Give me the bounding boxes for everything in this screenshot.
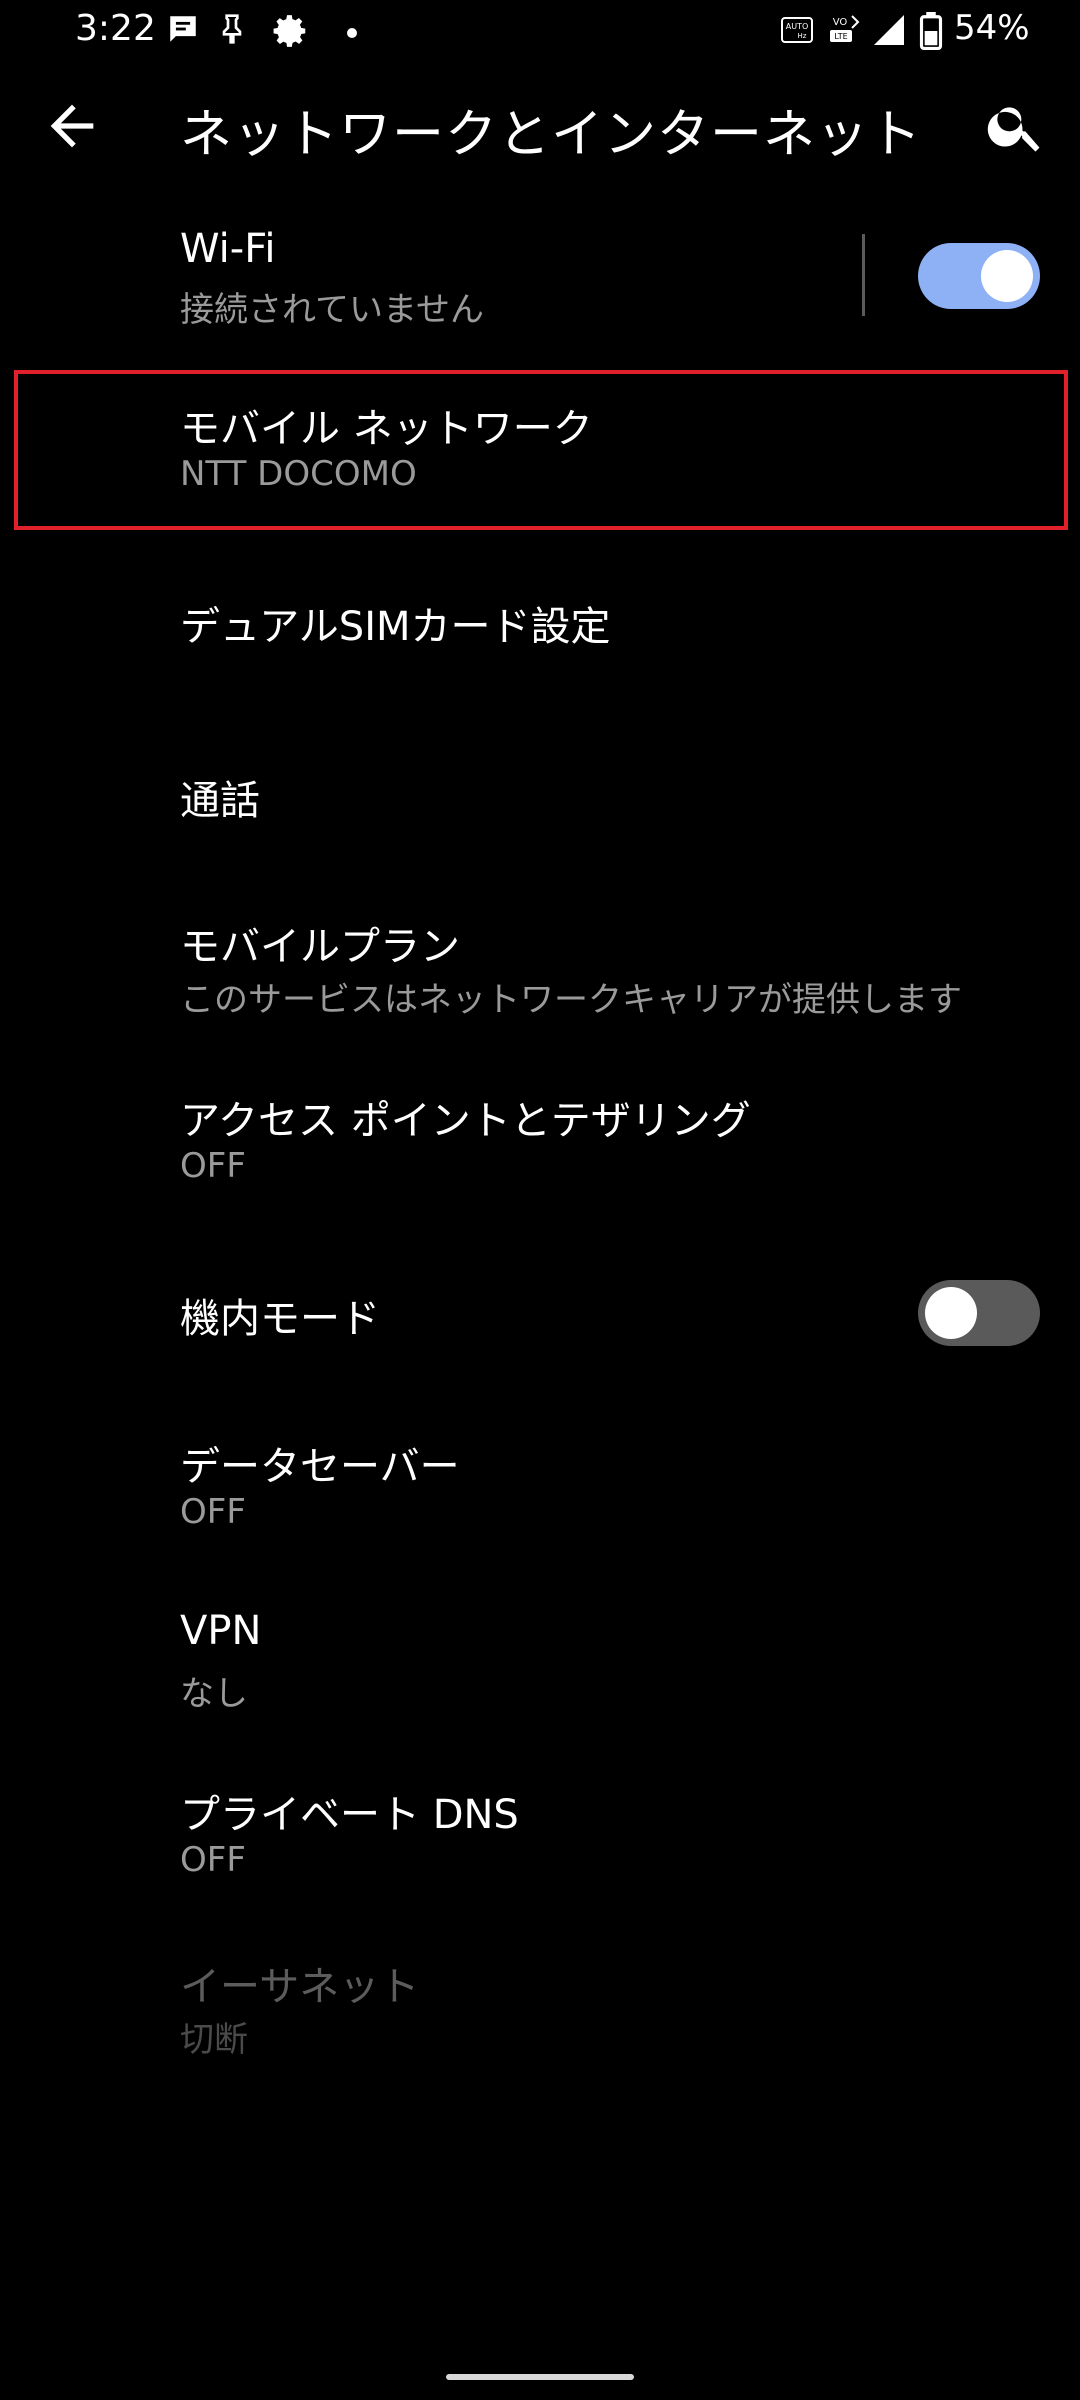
dot-icon bbox=[346, 24, 358, 43]
status-bar: 3:22 AUTO Hz VO LTE 54% bbox=[0, 0, 1080, 64]
message-icon bbox=[166, 12, 200, 50]
volte-icon: VO LTE bbox=[826, 12, 862, 52]
hotspot-summary: OFF bbox=[180, 1146, 246, 1186]
auto-hz-icon: AUTO Hz bbox=[780, 12, 816, 52]
dual-sim-setting[interactable]: デュアルSIMカード設定 bbox=[0, 560, 1080, 680]
ethernet-setting: イーサネット 切断 bbox=[0, 1940, 1080, 2080]
private-dns-setting[interactable]: プライベート DNS OFF bbox=[0, 1768, 1080, 1908]
mobile-plan-summary: このサービスはネットワークキャリアが提供します bbox=[180, 980, 962, 1020]
ethernet-summary: 切断 bbox=[180, 2020, 248, 2060]
wifi-divider bbox=[862, 234, 865, 316]
data-saver-summary: OFF bbox=[180, 1492, 246, 1532]
wifi-toggle[interactable] bbox=[918, 243, 1040, 309]
vpn-title: VPN bbox=[180, 1608, 262, 1654]
vpn-summary: なし bbox=[180, 1674, 248, 1714]
dual-sim-title: デュアルSIMカード設定 bbox=[180, 604, 611, 650]
private-dns-summary: OFF bbox=[180, 1840, 246, 1880]
wifi-title: Wi-Fi bbox=[180, 226, 276, 272]
status-time: 3:22 bbox=[75, 8, 156, 49]
search-icon bbox=[987, 107, 1040, 152]
app-bar: ネットワークとインターネット bbox=[0, 64, 1080, 184]
pin-icon bbox=[216, 12, 248, 50]
battery-icon bbox=[918, 12, 944, 54]
ethernet-title: イーサネット bbox=[180, 1964, 420, 2010]
signal-icon bbox=[870, 12, 908, 52]
wifi-summary: 接続されていません bbox=[180, 290, 484, 330]
hotspot-setting[interactable]: アクセス ポイントとテザリング OFF bbox=[0, 1074, 1080, 1214]
arrow-back-icon bbox=[50, 104, 94, 148]
settings-gear-icon bbox=[272, 12, 310, 54]
highlight-box bbox=[14, 370, 1068, 530]
svg-text:AUTO: AUTO bbox=[786, 22, 809, 31]
calls-setting[interactable]: 通話 bbox=[0, 730, 1080, 860]
private-dns-title: プライベート DNS bbox=[180, 1792, 519, 1838]
data-saver-setting[interactable]: データセーバー OFF bbox=[0, 1420, 1080, 1560]
airplane-mode-title: 機内モード bbox=[180, 1296, 380, 1342]
airplane-mode-toggle[interactable] bbox=[918, 1280, 1040, 1346]
page-title: ネットワークとインターネット bbox=[180, 105, 923, 165]
battery-percent: 54% bbox=[954, 8, 1030, 48]
svg-text:LTE: LTE bbox=[834, 32, 847, 41]
vpn-setting[interactable]: VPN なし bbox=[0, 1594, 1080, 1734]
calls-title: 通話 bbox=[180, 778, 260, 824]
mobile-plan-setting[interactable]: モバイルプラン このサービスはネットワークキャリアが提供します bbox=[0, 900, 1080, 1040]
gesture-navigation-bar[interactable] bbox=[446, 2374, 634, 2380]
mobile-plan-title: モバイルプラン bbox=[180, 924, 460, 970]
svg-text:Hz: Hz bbox=[798, 32, 807, 40]
data-saver-title: データセーバー bbox=[180, 1444, 460, 1490]
svg-text:VO: VO bbox=[833, 17, 848, 28]
back-button[interactable] bbox=[40, 94, 104, 158]
hotspot-title: アクセス ポイントとテザリング bbox=[180, 1098, 751, 1144]
search-button[interactable] bbox=[984, 94, 1048, 158]
